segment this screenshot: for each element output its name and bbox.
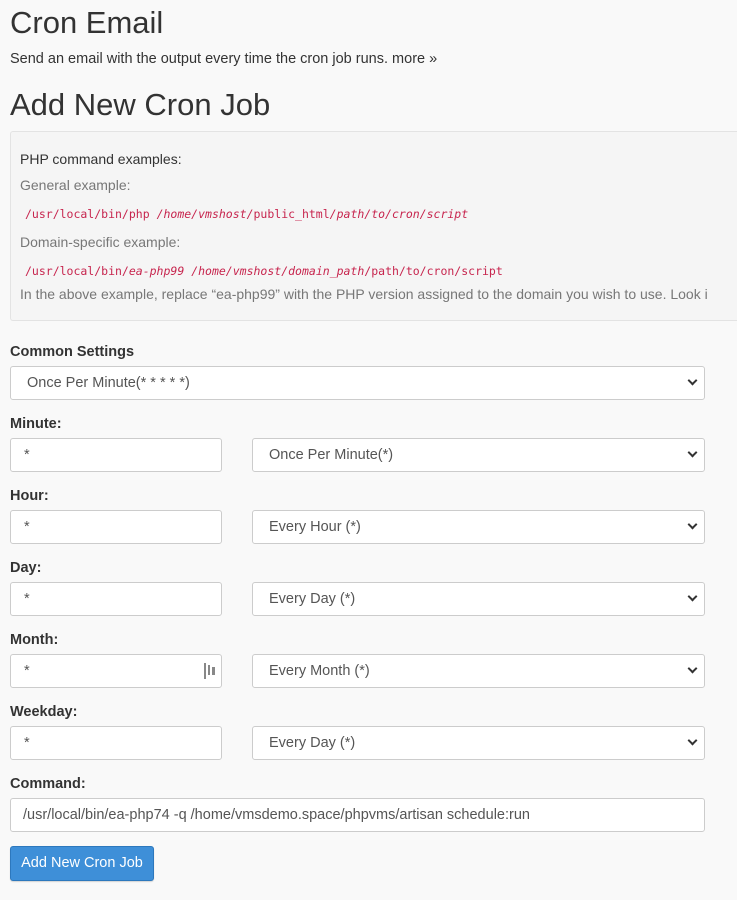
day-select[interactable]: Every Day (*): [252, 582, 705, 616]
weekday-select[interactable]: Every Day (*): [252, 726, 705, 760]
chevron-down-icon: [687, 735, 698, 746]
chevron-down-icon: [687, 375, 698, 386]
month-input-value: *: [24, 663, 30, 679]
hour-input[interactable]: *: [10, 510, 222, 544]
month-select-value: Every Month (*): [269, 663, 370, 679]
day-input[interactable]: *: [10, 582, 222, 616]
weekday-input-value: *: [24, 735, 30, 751]
minute-select-value: Once Per Minute(*): [269, 447, 394, 463]
code-part: domain_path: [288, 264, 365, 278]
day-label: Day:: [10, 560, 42, 576]
weekday-input[interactable]: *: [10, 726, 222, 760]
hour-select-value: Every Hour (*): [269, 519, 361, 535]
minute-input-value: *: [24, 447, 30, 463]
common-settings-value: Once Per Minute(* * * * *): [27, 375, 190, 391]
month-select[interactable]: Every Month (*): [252, 654, 705, 688]
minute-input[interactable]: *: [10, 438, 222, 472]
add-new-cron-job-button[interactable]: Add New Cron Job: [10, 846, 154, 881]
chevron-down-icon: [687, 447, 698, 458]
code-part: /usr/local/bin/: [25, 264, 129, 278]
chevron-down-icon: [687, 519, 698, 530]
day-input-value: *: [24, 591, 30, 607]
code-part: /path/to/cron/script: [329, 207, 469, 221]
examples-note: In the above example, replace “ea-php99”…: [20, 286, 708, 302]
examples-heading: PHP command examples:: [20, 151, 182, 167]
minute-label: Minute:: [10, 416, 62, 432]
hour-label: Hour:: [10, 488, 49, 504]
code-part: /home/vmshost/: [191, 264, 289, 278]
day-select-value: Every Day (*): [269, 591, 356, 607]
hour-input-value: *: [24, 519, 30, 535]
weekday-select-value: Every Day (*): [269, 735, 356, 751]
command-label: Command:: [10, 776, 86, 792]
minute-select[interactable]: Once Per Minute(*): [252, 438, 705, 472]
password-manager-icon[interactable]: [204, 663, 216, 679]
code-part: ea-php99: [128, 264, 185, 278]
month-input[interactable]: *: [10, 654, 222, 688]
general-example-code: /usr/local/bin/php /home/vmshost/public_…: [25, 205, 468, 223]
code-part: /usr/local/bin/php: [25, 207, 150, 221]
weekday-label: Weekday:: [10, 704, 78, 720]
chevron-down-icon: [687, 591, 698, 602]
php-examples-panel: PHP command examples: General example: /…: [10, 131, 737, 321]
code-part: public_html: [253, 207, 330, 221]
month-label: Month:: [10, 632, 59, 648]
add-cron-job-title: Add New Cron Job: [10, 87, 271, 122]
common-settings-label: Common Settings: [10, 344, 135, 360]
domain-example-label: Domain-specific example:: [20, 234, 181, 250]
general-example-label: General example:: [20, 177, 131, 193]
command-input[interactable]: /usr/local/bin/ea-php74 -q /home/vmsdemo…: [10, 798, 705, 832]
cron-email-description-text: Send an email with the output every time…: [10, 51, 389, 67]
hour-select[interactable]: Every Hour (*): [252, 510, 705, 544]
more-link[interactable]: more »: [392, 51, 437, 67]
chevron-down-icon: [687, 663, 698, 674]
common-settings-select[interactable]: Once Per Minute(* * * * *): [10, 366, 705, 400]
command-input-value: /usr/local/bin/ea-php74 -q /home/vmsdemo…: [23, 807, 530, 823]
domain-example-code: /usr/local/bin/ea-php99 /home/vmshost/do…: [25, 262, 503, 280]
code-part: /path/to/cron/script: [364, 264, 503, 278]
code-part: /home/vmshost/: [156, 207, 254, 221]
cron-email-title: Cron Email: [10, 5, 164, 40]
cron-email-description: Send an email with the output every time…: [10, 49, 437, 69]
